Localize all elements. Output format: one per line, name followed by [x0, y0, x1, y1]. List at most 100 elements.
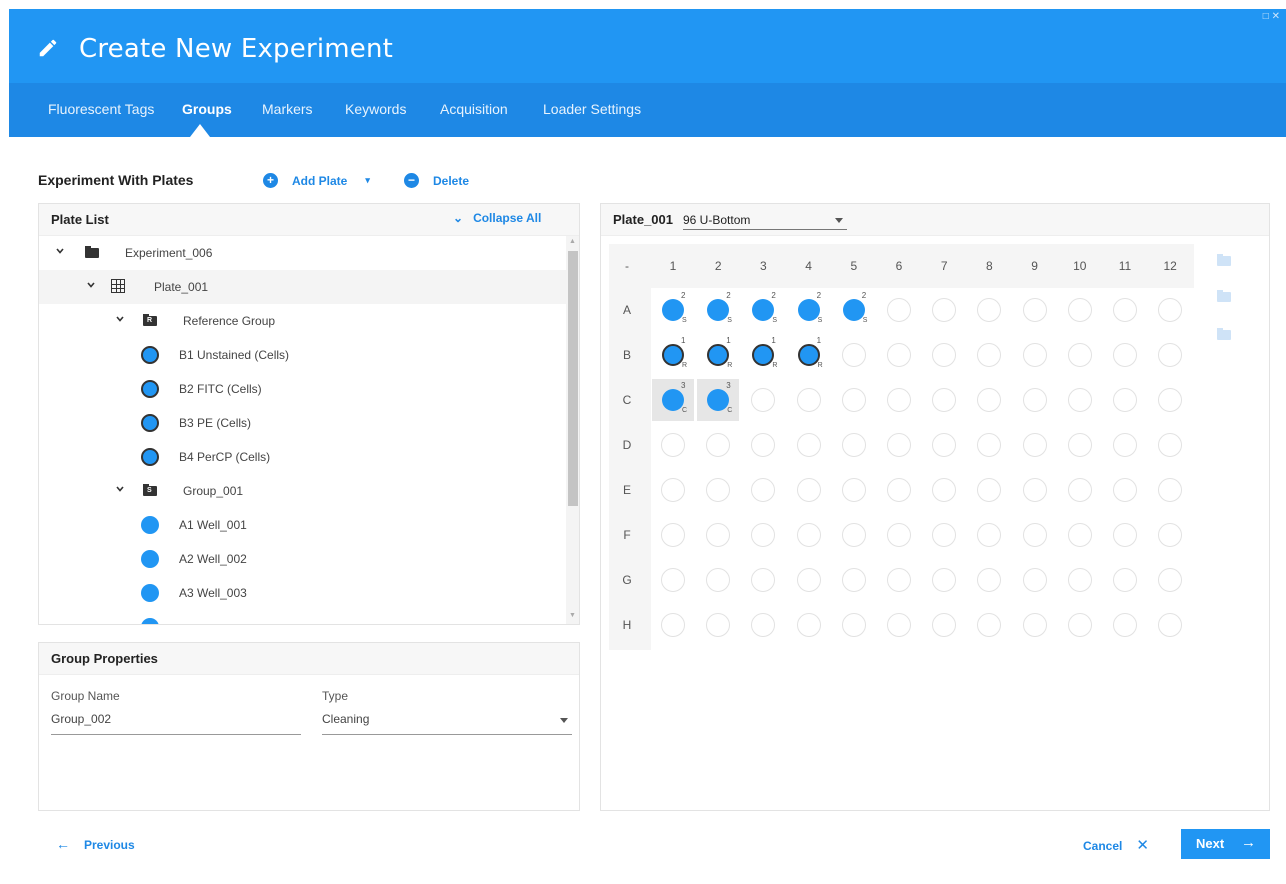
- column-header[interactable]: 5: [844, 259, 864, 273]
- well-empty[interactable]: [1113, 478, 1137, 502]
- well-empty[interactable]: [796, 523, 821, 547]
- well-empty[interactable]: [1067, 568, 1092, 592]
- well-filled[interactable]: [752, 344, 775, 366]
- type-select[interactable]: Cleaning: [322, 712, 572, 735]
- tree-node-well[interactable]: A3 Well_003: [39, 576, 566, 610]
- tree-node-group[interactable]: S Group_001: [39, 474, 566, 508]
- well-empty[interactable]: [841, 388, 866, 412]
- column-header[interactable]: 1: [663, 259, 683, 273]
- well-empty[interactable]: [932, 388, 957, 412]
- folder-icon[interactable]: [1217, 254, 1231, 266]
- tab-acquisition[interactable]: Acquisition: [440, 101, 508, 117]
- tree-node-experiment[interactable]: Experiment_006: [39, 236, 566, 270]
- well-empty[interactable]: [887, 523, 911, 547]
- chevron-down-icon[interactable]: [87, 281, 95, 289]
- well-empty[interactable]: [887, 388, 911, 412]
- group-name-field[interactable]: Group_002: [51, 712, 301, 735]
- well-empty[interactable]: [1158, 613, 1183, 637]
- column-header[interactable]: 11: [1115, 259, 1135, 273]
- well-empty[interactable]: [706, 433, 731, 457]
- tree-node-reference-group[interactable]: R Reference Group: [39, 304, 566, 338]
- well-empty[interactable]: [1022, 523, 1047, 547]
- well-empty[interactable]: [796, 388, 821, 412]
- tab-keywords[interactable]: Keywords: [345, 101, 406, 117]
- well-empty[interactable]: [841, 478, 866, 502]
- well-empty[interactable]: [841, 568, 866, 592]
- well-empty[interactable]: [1022, 568, 1047, 592]
- well-empty[interactable]: [887, 613, 911, 637]
- well-empty[interactable]: [977, 613, 1002, 637]
- well-empty[interactable]: [1158, 523, 1183, 547]
- well-empty[interactable]: [751, 388, 776, 412]
- well-empty[interactable]: [661, 523, 685, 547]
- row-header[interactable]: H: [617, 618, 637, 632]
- well-empty[interactable]: [932, 298, 957, 322]
- row-header[interactable]: C: [617, 393, 637, 407]
- well-empty[interactable]: [932, 478, 957, 502]
- well-empty[interactable]: [1067, 343, 1092, 367]
- well-empty[interactable]: [1067, 388, 1092, 412]
- well-empty[interactable]: [977, 568, 1002, 592]
- well-empty[interactable]: [932, 568, 957, 592]
- row-header[interactable]: F: [617, 528, 637, 542]
- well-empty[interactable]: [751, 433, 776, 457]
- well-empty[interactable]: [751, 523, 776, 547]
- well-filled[interactable]: [797, 299, 820, 321]
- well-empty[interactable]: [1113, 343, 1137, 367]
- well-empty[interactable]: [841, 433, 866, 457]
- well-filled[interactable]: [707, 344, 730, 366]
- well-empty[interactable]: [841, 613, 866, 637]
- scroll-up-arrow[interactable]: ▲: [569, 238, 576, 245]
- well-empty[interactable]: [1113, 298, 1137, 322]
- well-empty[interactable]: [1067, 298, 1092, 322]
- well-empty[interactable]: [977, 298, 1002, 322]
- well-empty[interactable]: [1067, 523, 1092, 547]
- well-empty[interactable]: [1113, 433, 1137, 457]
- well-empty[interactable]: [1022, 433, 1047, 457]
- scrollbar-thumb[interactable]: [568, 251, 578, 506]
- well-empty[interactable]: [932, 523, 957, 547]
- column-header[interactable]: 10: [1070, 259, 1090, 273]
- well-empty[interactable]: [1022, 613, 1047, 637]
- tab-groups[interactable]: Groups: [182, 101, 232, 117]
- well-empty[interactable]: [1022, 298, 1047, 322]
- tree-node-plate[interactable]: Plate_001: [39, 270, 566, 304]
- row-header[interactable]: E: [617, 483, 637, 497]
- well-empty[interactable]: [1022, 343, 1047, 367]
- well-filled[interactable]: [842, 299, 865, 321]
- chevron-down-icon[interactable]: [116, 485, 124, 493]
- well-empty[interactable]: [977, 433, 1002, 457]
- well-empty[interactable]: [1158, 568, 1183, 592]
- well-empty[interactable]: [1158, 298, 1183, 322]
- well-empty[interactable]: [661, 613, 685, 637]
- column-header[interactable]: 8: [979, 259, 999, 273]
- chevron-down-icon[interactable]: [116, 315, 124, 323]
- folder-icon[interactable]: [1217, 290, 1231, 302]
- well-empty[interactable]: [977, 523, 1002, 547]
- well-empty[interactable]: [1022, 478, 1047, 502]
- well-empty[interactable]: [661, 433, 685, 457]
- tab-loader-settings[interactable]: Loader Settings: [543, 101, 641, 117]
- column-header[interactable]: 12: [1160, 259, 1180, 273]
- well-empty[interactable]: [751, 568, 776, 592]
- row-header[interactable]: D: [617, 438, 637, 452]
- row-header[interactable]: B: [617, 348, 637, 362]
- column-header[interactable]: 9: [1025, 259, 1045, 273]
- row-header[interactable]: A: [617, 303, 637, 317]
- well-empty[interactable]: [1158, 388, 1183, 412]
- well-filled[interactable]: [752, 299, 775, 321]
- well-empty[interactable]: [751, 613, 776, 637]
- well-empty[interactable]: [887, 478, 911, 502]
- tree-node-well-partial[interactable]: [39, 610, 566, 624]
- well-empty[interactable]: [706, 478, 731, 502]
- well-empty[interactable]: [796, 613, 821, 637]
- well-empty[interactable]: [841, 343, 866, 367]
- well-empty[interactable]: [751, 478, 776, 502]
- scroll-down-arrow[interactable]: ▼: [569, 612, 576, 619]
- well-empty[interactable]: [977, 388, 1002, 412]
- well-empty[interactable]: [841, 523, 866, 547]
- well-empty[interactable]: [1067, 433, 1092, 457]
- column-header[interactable]: 3: [753, 259, 773, 273]
- column-header[interactable]: 4: [799, 259, 819, 273]
- tree-node-well[interactable]: B1 Unstained (Cells): [39, 338, 566, 372]
